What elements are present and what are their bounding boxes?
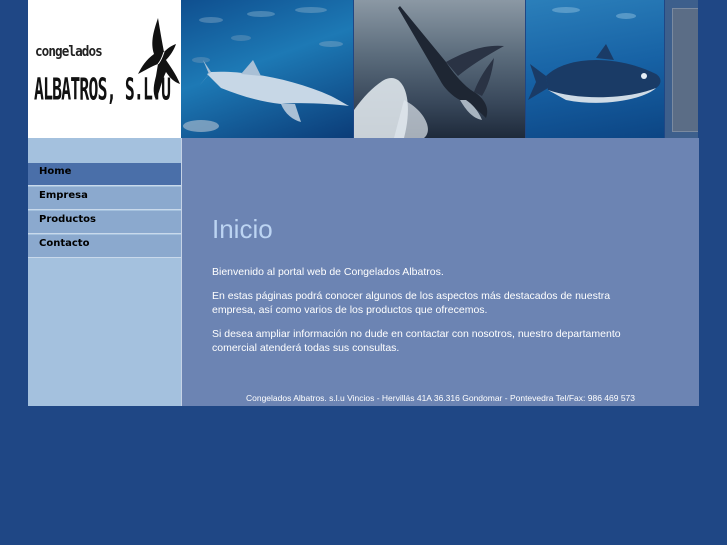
nav-item-contacto[interactable]: Contacto [28,235,181,258]
sidebar: Home Empresa Productos Contacto [28,138,181,406]
nav-item-empresa[interactable]: Empresa [28,187,181,210]
page-title: Inicio [212,214,273,244]
nav-item-productos[interactable]: Productos [28,211,181,234]
contact-paragraph: Si desea ampliar información no dude en … [212,328,621,354]
logo[interactable]: congelados ALBATROS, S.L.U [28,0,181,138]
site-container: congelados ALBATROS, S.L.U Home Empresa … [28,0,699,406]
shark-photo [181,0,353,138]
logo-tagline: congelados [35,44,103,60]
footer-address: Congelados Albatros. s.l.u Vincios - Her… [245,393,636,403]
main-content: Inicio Bienvenido al portal web de Conge… [181,138,699,406]
welcome-paragraph: Bienvenido al portal web de Congelados A… [212,266,444,278]
nav-item-home[interactable]: Home [28,163,181,186]
tuna-photo [526,0,664,138]
albatross-bird-icon [138,18,180,100]
marlin-photo [354,0,525,138]
intro-paragraph: En estas páginas podrá conocer algunos d… [212,290,611,316]
header-banner: congelados ALBATROS, S.L.U [28,0,698,138]
sea-photo-edge [665,0,698,138]
photo-frame [672,8,698,132]
main-nav: Home Empresa Productos Contacto [28,163,181,259]
